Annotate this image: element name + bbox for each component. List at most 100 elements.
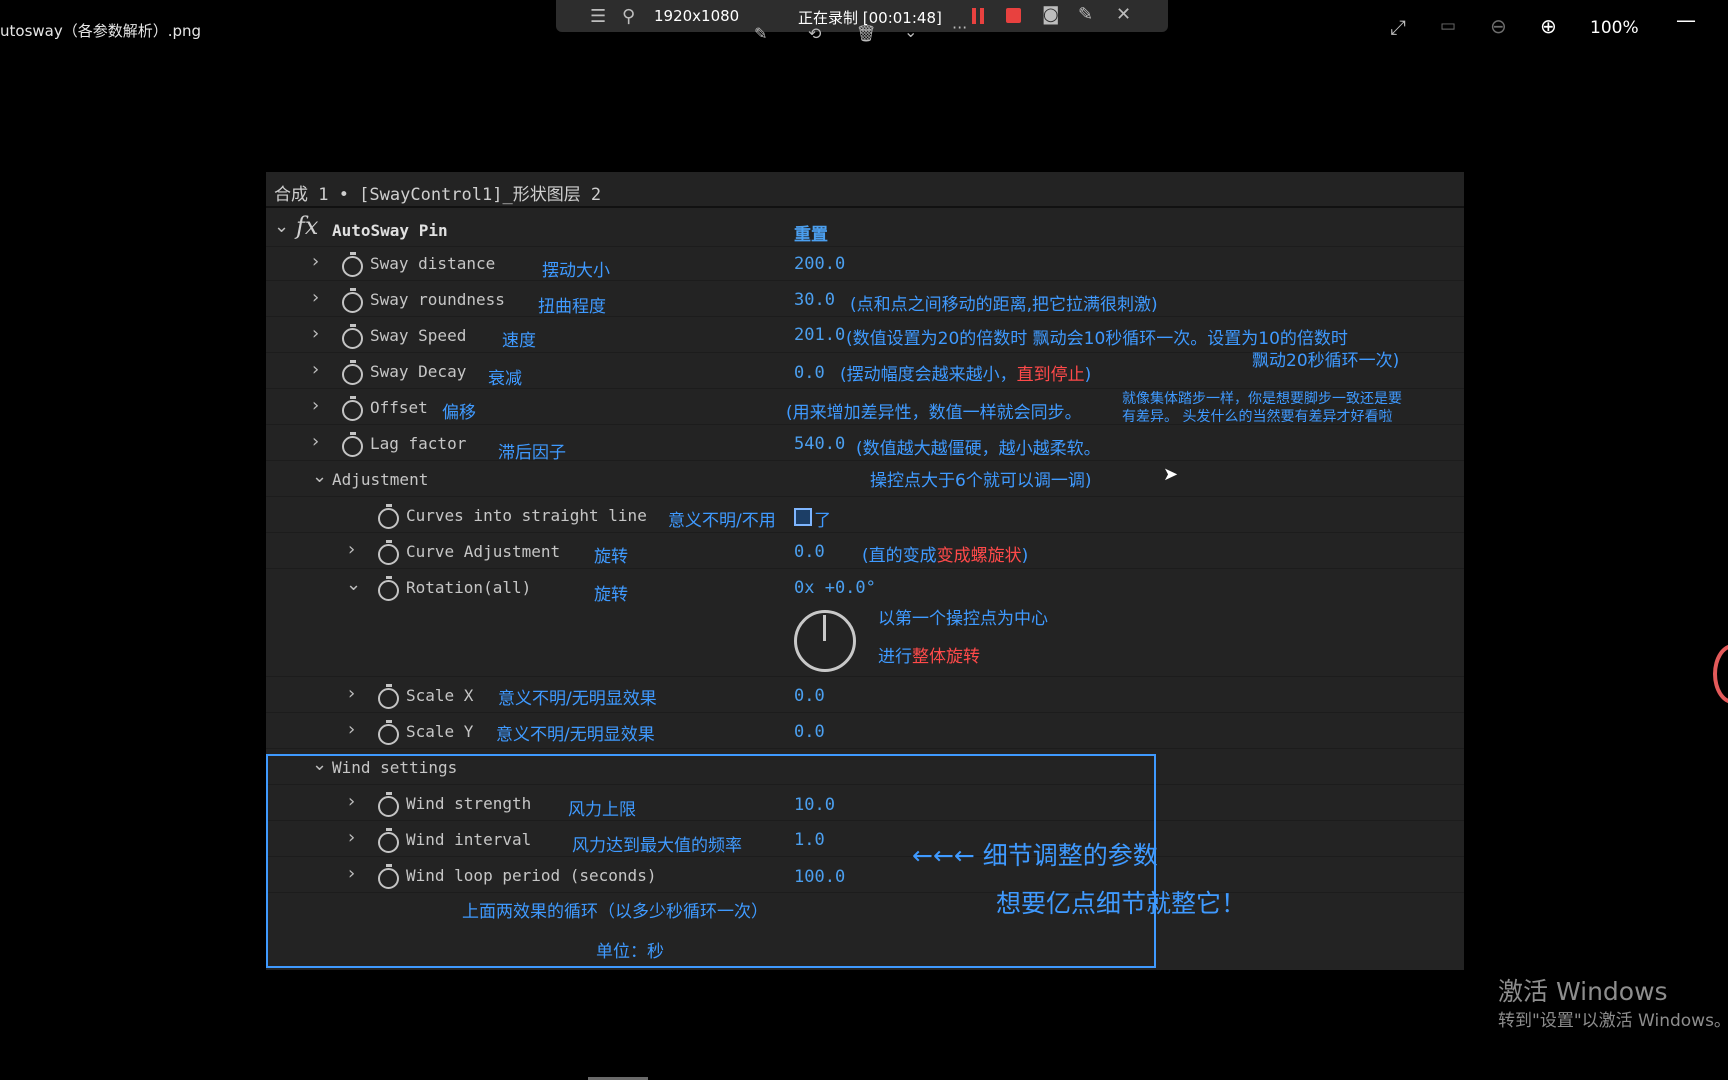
stopwatch-icon[interactable] (342, 360, 363, 385)
annotation-comment: (摆动幅度会越来越小，直到停止) (840, 365, 1092, 385)
param-row-sway-roundness: › Sway roundness 扭曲程度 30.0 (点和点之间移动的距离,把… (266, 282, 1464, 317)
floating-widget[interactable] (1713, 644, 1728, 704)
annotation: 滞后因子 (498, 443, 566, 463)
more-icon[interactable]: ··· (952, 18, 967, 37)
fullscreen-icon[interactable]: ⤢ (1390, 15, 1406, 39)
stopwatch-icon[interactable] (378, 540, 399, 565)
param-row-scale-y: › Scale Y 意义不明/无明显效果 0.0 (266, 714, 1464, 749)
stopwatch-icon[interactable] (342, 252, 363, 277)
param-row-scale-x: › Scale X 意义不明/无明显效果 0.0 (266, 678, 1464, 713)
annotation: 意义不明/无明显效果 (498, 689, 657, 709)
mouse-cursor-icon: ➤ (1163, 464, 1179, 485)
chevron-right-icon[interactable]: › (312, 359, 319, 380)
annotation-tail: 了 (814, 511, 831, 531)
resolution-label: 1920x1080 (654, 7, 740, 25)
camera-icon[interactable]: ◙ (1042, 4, 1059, 25)
annotation-comment: 以第一个操控点为中心 (878, 609, 1048, 629)
param-value[interactable]: 0.0 (794, 363, 825, 383)
annotation-small-1: 就像集体踏步一样，你是想要脚步一致还是要 (1122, 391, 1402, 407)
effect-name: AutoSway Pin (332, 221, 448, 240)
annotation: 旋转 (594, 585, 628, 605)
annotation-comment: (用来增加差异性，数值一样就会同步。 (786, 403, 1082, 423)
param-label: Offset (370, 398, 428, 417)
arrow-annotation: ←←← 细节调整的参数 (912, 841, 1158, 870)
chevron-down-icon[interactable]: ⌄ (312, 466, 327, 487)
group-row-adjustment: ⌄ Adjustment 操控点大于6个就可以调一调) (266, 462, 1464, 497)
zoom-level: 100% (1590, 18, 1639, 38)
param-row-offset: › Offset 偏移 (用来增加差异性，数值一样就会同步。 就像集体踏步一样，… (266, 390, 1464, 425)
param-value[interactable]: 0x +0.0° (794, 578, 876, 598)
stopwatch-icon[interactable] (378, 504, 399, 529)
stopwatch-icon[interactable] (342, 396, 363, 421)
chevron-right-icon[interactable]: › (312, 431, 319, 452)
param-row-rotation-all: ⌄ Rotation(all) 旋转 0x +0.0° 以第一个操控点为中心 进… (266, 570, 1464, 677)
chevron-right-icon[interactable]: › (348, 719, 355, 740)
chevron-right-icon[interactable]: › (312, 287, 319, 308)
panel-header: 合成 1 • [SwayControl1]_形状图层 2 (266, 172, 1464, 208)
actual-size-icon[interactable]: ▭ (1440, 16, 1456, 36)
zoom-out-icon[interactable]: ⊖ (1490, 14, 1507, 38)
param-label: Sway roundness (370, 290, 505, 309)
annotation: 意义不明/无明显效果 (496, 725, 655, 745)
close-icon[interactable]: ✕ (1116, 4, 1131, 25)
param-value[interactable]: 200.0 (794, 254, 845, 274)
annotation: 衰减 (488, 369, 522, 389)
effect-header-row: ⌄ fx AutoSway Pin 重置 (266, 212, 1464, 247)
chevron-right-icon[interactable]: › (348, 683, 355, 704)
checkbox[interactable] (794, 508, 812, 526)
annotation-comment-2: 进行整体旋转 (878, 647, 980, 667)
param-value[interactable]: 30.0 (794, 290, 835, 310)
annotation-comment-continued: 操控点大于6个就可以调一调) (870, 471, 1092, 491)
param-row-sway-decay: › Sway Decay 衰减 0.0 (摆动幅度会越来越小，直到停止) (266, 354, 1464, 389)
param-value[interactable]: 0.0 (794, 542, 825, 562)
delete-icon[interactable]: 🗑 (856, 24, 876, 43)
annotation: 偏移 (442, 403, 476, 423)
rotation-dial[interactable] (794, 610, 856, 672)
zoom-in-icon[interactable]: ⊕ (1540, 14, 1557, 38)
pen-icon[interactable]: ✎ (1078, 4, 1093, 25)
param-label: Sway Speed (370, 326, 467, 345)
annotation-comment: (点和点之间移动的距离,把它拉满很刺激) (850, 295, 1158, 315)
param-row-curve-adjustment: › Curve Adjustment 旋转 0.0 (直的变成变成螺旋状) (266, 534, 1464, 569)
param-label: Lag factor (370, 434, 467, 453)
chevron-right-icon[interactable]: › (348, 539, 355, 560)
activate-windows-title: 激活 Windows (1498, 977, 1668, 1006)
rotate-icon[interactable]: ⟲ (808, 24, 821, 43)
annotation: 扭曲程度 (538, 297, 606, 317)
file-title: utosway（各参数解析）.png (0, 22, 202, 40)
chevron-down-icon[interactable]: ⌄ (346, 574, 361, 595)
param-value[interactable]: 540.0 (794, 434, 845, 454)
param-row-sway-distance: › Sway distance 摆动大小 200.0 (266, 246, 1464, 281)
fx-icon: fx (296, 212, 319, 240)
param-value[interactable]: 0.0 (794, 686, 825, 706)
edit-icon[interactable]: ✎ (754, 24, 767, 43)
param-row-lag-factor: › Lag factor 滞后因子 540.0 (数值越大越僵硬，越小越柔软。 (266, 426, 1464, 463)
param-label: Scale X (406, 686, 474, 705)
chevron-right-icon[interactable]: › (312, 251, 319, 272)
chevron-down-icon[interactable]: ⌄ (904, 22, 917, 41)
chevron-right-icon[interactable]: › (312, 323, 319, 344)
pin-icon[interactable]: ⚲ (622, 6, 635, 27)
stopwatch-icon[interactable] (342, 432, 363, 457)
reset-link[interactable]: 重置 (794, 220, 828, 245)
annotation-comment: (直的变成变成螺旋状) (862, 546, 1029, 566)
param-label: Curve Adjustment (406, 542, 561, 561)
chevron-down-icon[interactable]: ⌄ (274, 216, 289, 237)
annotation: 旋转 (594, 547, 628, 567)
param-label: Scale Y (406, 722, 474, 741)
annotation-small-2: 有差异。 头发什么的当然要有差异才好看啦 (1122, 409, 1393, 425)
chevron-right-icon[interactable]: › (312, 395, 319, 416)
menu-icon[interactable]: ☰ (590, 6, 606, 27)
stopwatch-icon[interactable] (378, 720, 399, 745)
pause-icon[interactable] (972, 8, 984, 24)
stopwatch-icon[interactable] (342, 288, 363, 313)
annotation: 速度 (502, 331, 536, 351)
param-label: Sway Decay (370, 362, 467, 381)
minimize-icon[interactable]: — (1676, 8, 1696, 32)
stopwatch-icon[interactable] (378, 684, 399, 709)
param-value[interactable]: 0.0 (794, 722, 825, 742)
stopwatch-icon[interactable] (378, 576, 399, 601)
stopwatch-icon[interactable] (342, 324, 363, 349)
param-value[interactable]: 201.0 (794, 325, 845, 345)
stop-icon[interactable] (1006, 8, 1021, 23)
